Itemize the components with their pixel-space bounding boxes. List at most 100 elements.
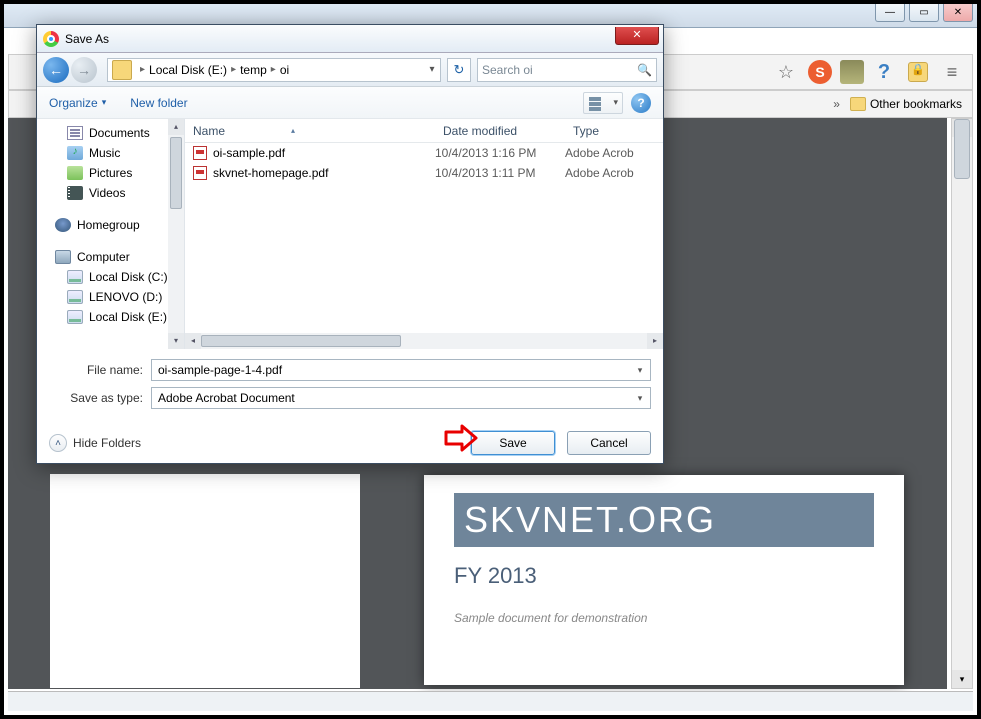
- help-extension-icon[interactable]: ?: [870, 58, 898, 86]
- chevron-right-icon[interactable]: ▸: [271, 64, 276, 75]
- folder-icon: [850, 97, 866, 111]
- column-headers: Name▴ Date modified Type: [185, 119, 663, 143]
- pdf-file-icon: [193, 146, 207, 160]
- breadcrumb[interactable]: ▸ Local Disk (E:) ▸ temp ▸ oi ▾: [107, 58, 441, 82]
- drive-icon: [67, 290, 83, 304]
- pdf-file-icon: [193, 166, 207, 180]
- tree-drive-e[interactable]: Local Disk (E:): [37, 307, 184, 327]
- callout-arrow-icon: [444, 424, 478, 457]
- page-left-white: [50, 474, 360, 688]
- scroll-thumb[interactable]: [201, 335, 401, 347]
- scroll-thumb[interactable]: [170, 137, 182, 209]
- file-name: oi-sample.pdf: [213, 146, 285, 160]
- col-date-header[interactable]: Date modified: [435, 124, 565, 138]
- tree-music[interactable]: Music: [37, 143, 184, 163]
- file-type: Adobe Acrob: [565, 166, 663, 180]
- document-icon: [67, 126, 83, 140]
- save-as-dialog: Save As ✕ ← → ▸ Local Disk (E:) ▸ temp ▸…: [36, 24, 664, 464]
- file-list: Name▴ Date modified Type oi-sample.pdf 1…: [185, 119, 663, 349]
- tree-drive-c[interactable]: Local Disk (C:): [37, 267, 184, 287]
- tree-homegroup[interactable]: Homegroup: [37, 215, 184, 235]
- help-button[interactable]: ?: [631, 93, 651, 113]
- saveastype-value: Adobe Acrobat Document: [158, 391, 295, 405]
- breadcrumb-dropdown-icon[interactable]: ▾: [424, 64, 440, 75]
- file-date: 10/4/2013 1:11 PM: [435, 166, 565, 180]
- vertical-scrollbar[interactable]: ▴ ▾: [951, 118, 973, 689]
- bookmark-overflow-icon[interactable]: »: [833, 97, 840, 111]
- file-row[interactable]: skvnet-homepage.pdf 10/4/2013 1:11 PM Ad…: [185, 163, 663, 183]
- file-date: 10/4/2013 1:16 PM: [435, 146, 565, 160]
- filename-input[interactable]: oi-sample-page-1-4.pdf ▾: [151, 359, 651, 381]
- sort-asc-icon: ▴: [291, 126, 295, 135]
- cancel-button[interactable]: Cancel: [567, 431, 651, 455]
- computer-icon: [55, 250, 71, 264]
- document-preview: SKVNET.ORG FY 2013 Sample document for d…: [424, 475, 904, 685]
- folder-tree: Documents Music Pictures Videos Homegrou…: [37, 119, 185, 349]
- filename-value: oi-sample-page-1-4.pdf: [158, 363, 282, 377]
- homegroup-icon: [55, 218, 71, 232]
- maximize-button[interactable]: ▭: [909, 4, 939, 22]
- tree-documents[interactable]: Documents: [37, 123, 184, 143]
- videos-icon: [67, 186, 83, 200]
- chevron-up-icon: ˄: [49, 434, 67, 452]
- extension-icon[interactable]: [840, 60, 864, 84]
- tree-scrollbar[interactable]: ▴ ▾: [168, 119, 184, 349]
- drive-icon: [67, 270, 83, 284]
- dialog-close-button[interactable]: ✕: [615, 27, 659, 45]
- music-icon: [67, 146, 83, 160]
- doc-subtitle: FY 2013: [454, 563, 874, 589]
- chevron-right-icon[interactable]: ▸: [140, 64, 145, 75]
- chevron-right-icon[interactable]: ▸: [231, 64, 236, 75]
- dialog-fields: File name: oi-sample-page-1-4.pdf ▾ Save…: [37, 349, 663, 421]
- view-mode-button[interactable]: ▾: [583, 92, 623, 114]
- refresh-button[interactable]: ↻: [447, 58, 471, 82]
- horizontal-scrollbar[interactable]: ◂ ▸: [185, 333, 663, 349]
- file-row[interactable]: oi-sample.pdf 10/4/2013 1:16 PM Adobe Ac…: [185, 143, 663, 163]
- file-name: skvnet-homepage.pdf: [213, 166, 328, 180]
- file-type: Adobe Acrob: [565, 146, 663, 160]
- chevron-down-icon[interactable]: ▾: [632, 362, 648, 378]
- nav-back-button[interactable]: ←: [43, 57, 69, 83]
- crumb-drive[interactable]: Local Disk (E:): [149, 63, 227, 77]
- search-input[interactable]: Search oi 🔍: [477, 58, 657, 82]
- scroll-left-icon[interactable]: ◂: [185, 333, 201, 349]
- col-type-header[interactable]: Type: [565, 124, 663, 138]
- tree-computer[interactable]: Computer: [37, 247, 184, 267]
- save-button[interactable]: Save: [471, 431, 555, 455]
- hide-folders-button[interactable]: ˄ Hide Folders: [49, 434, 141, 452]
- other-bookmarks-button[interactable]: Other bookmarks: [850, 97, 962, 112]
- tree-videos[interactable]: Videos: [37, 183, 184, 203]
- tree-drive-d[interactable]: LENOVO (D:): [37, 287, 184, 307]
- scroll-up-icon[interactable]: ▴: [168, 119, 184, 135]
- drive-icon: [67, 310, 83, 324]
- new-folder-button[interactable]: New folder: [130, 96, 187, 110]
- col-name-header[interactable]: Name▴: [185, 124, 435, 138]
- dialog-toolbar: Organize▾ New folder ▾ ?: [37, 87, 663, 119]
- tree-pictures[interactable]: Pictures: [37, 163, 184, 183]
- scroll-thumb[interactable]: [954, 119, 970, 179]
- saveastype-label: Save as type:: [49, 391, 143, 405]
- doc-title-banner: SKVNET.ORG: [454, 493, 874, 547]
- minimize-button[interactable]: —: [875, 4, 905, 22]
- chevron-down-icon[interactable]: ▾: [632, 390, 648, 406]
- crumb-oi[interactable]: oi: [280, 63, 289, 77]
- dialog-nav-bar: ← → ▸ Local Disk (E:) ▸ temp ▸ oi ▾ ↻ Se…: [37, 53, 663, 87]
- pictures-icon: [67, 166, 83, 180]
- saveastype-select[interactable]: Adobe Acrobat Document ▾: [151, 387, 651, 409]
- chrome-icon: [43, 31, 59, 47]
- doc-caption: Sample document for demonstration: [454, 611, 874, 625]
- statusbar: [8, 691, 973, 711]
- close-button[interactable]: ✕: [943, 4, 973, 22]
- bookmark-star-icon[interactable]: ☆: [772, 58, 800, 86]
- drive-icon: [112, 60, 132, 80]
- scroll-down-icon[interactable]: ▾: [952, 670, 972, 688]
- stumbleupon-icon[interactable]: S: [806, 58, 834, 86]
- scroll-down-icon[interactable]: ▾: [168, 333, 184, 349]
- lock-extension-icon[interactable]: 🔒: [904, 58, 932, 86]
- scroll-right-icon[interactable]: ▸: [647, 333, 663, 349]
- dialog-titlebar[interactable]: Save As ✕: [37, 25, 663, 53]
- organize-menu[interactable]: Organize▾: [49, 96, 106, 110]
- chrome-menu-icon[interactable]: ≡: [938, 58, 966, 86]
- nav-forward-button[interactable]: →: [71, 57, 97, 83]
- crumb-temp[interactable]: temp: [240, 63, 267, 77]
